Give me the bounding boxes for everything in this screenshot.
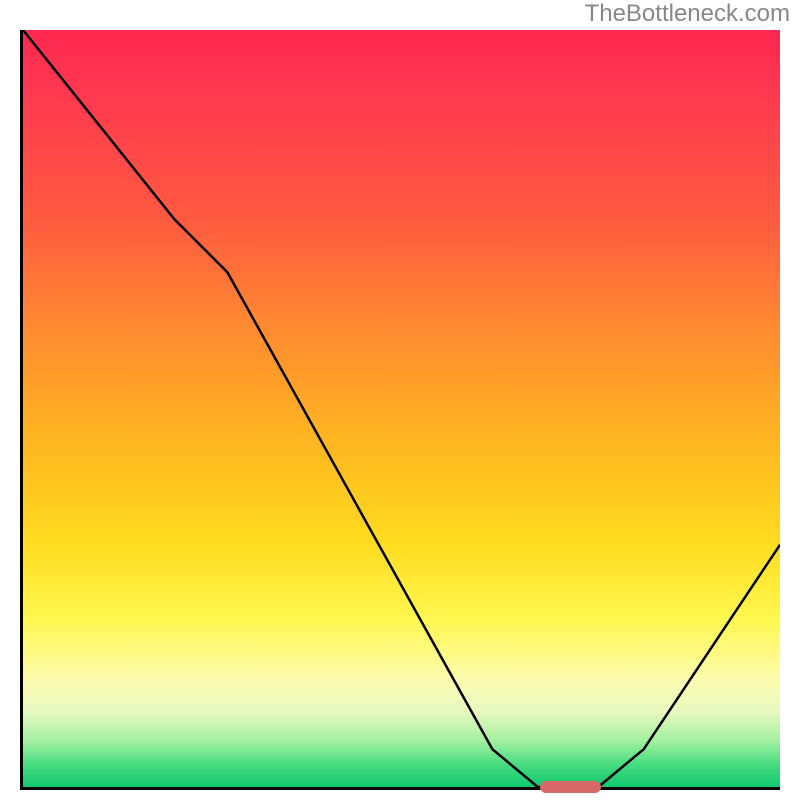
chart-plot-area [20,30,780,790]
bottleneck-curve-svg [23,30,780,787]
optimal-range-marker [540,781,601,793]
watermark: TheBottleneck.com [585,0,790,28]
bottleneck-curve-path [23,30,780,787]
